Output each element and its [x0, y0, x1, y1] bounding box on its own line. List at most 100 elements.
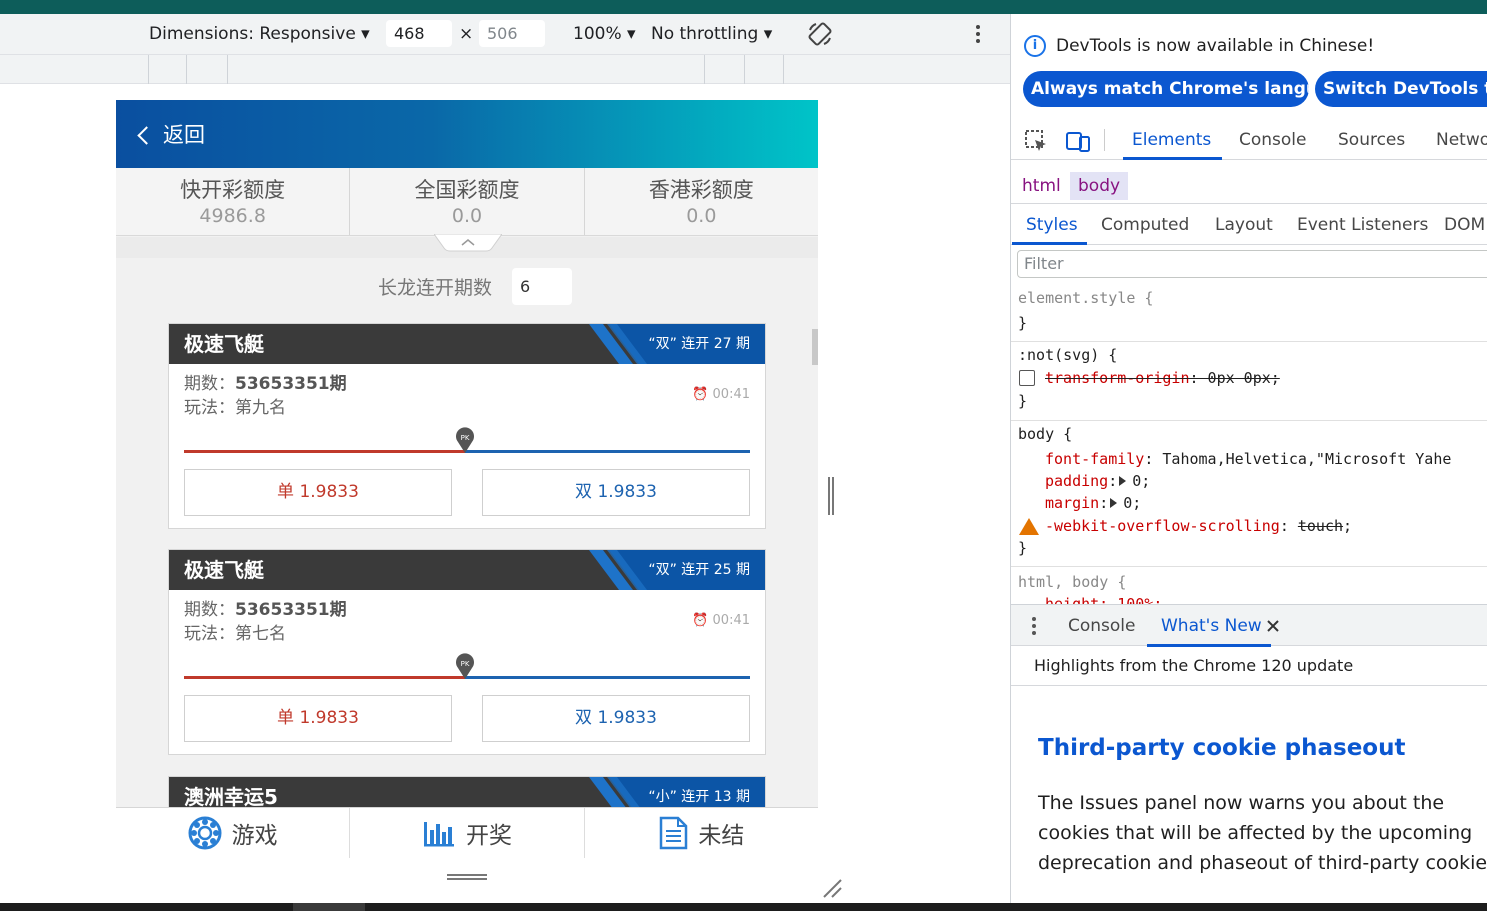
- tab-unsettled[interactable]: 未结: [585, 808, 818, 858]
- bet-even-button[interactable]: 双 1.9833: [482, 695, 750, 742]
- back-button[interactable]: 返回: [136, 120, 205, 150]
- close-icon[interactable]: [1267, 620, 1279, 632]
- whats-new-highlights: Highlights from the Chrome 120 update: [1011, 646, 1487, 686]
- property-checkbox[interactable]: [1019, 370, 1035, 386]
- property-height[interactable]: height: 100%;: [1045, 593, 1162, 604]
- style-rule-element: element.style { }: [1011, 284, 1487, 342]
- active-tab-indicator: [1012, 242, 1087, 245]
- property-overflow-scrolling[interactable]: -webkit-overflow-scrolling: touch;: [1045, 515, 1352, 537]
- info-text: DevTools is now available in Chinese!: [1056, 36, 1375, 56]
- countdown: ⏰ 00:41: [692, 613, 750, 628]
- period-value: 53653351期: [235, 374, 347, 394]
- game-wheel-icon: [188, 816, 222, 850]
- ruler-tick: [704, 55, 705, 84]
- quota-value: 4986.8: [199, 205, 266, 227]
- tab-network[interactable]: Netwo: [1436, 128, 1487, 152]
- tab-draw[interactable]: 开奖: [350, 808, 585, 858]
- rule-selector[interactable]: element.style {: [1018, 287, 1153, 309]
- collapse-toggle-icon[interactable]: [434, 234, 502, 252]
- play-label: 玩法：: [184, 398, 235, 418]
- tab-dom-breakpoints[interactable]: DOM: [1444, 213, 1485, 237]
- tab-label: 开奖: [465, 823, 512, 849]
- tab-separator: [1104, 129, 1105, 151]
- inspect-element-icon[interactable]: [1023, 128, 1049, 154]
- tab-label: 游戏: [231, 823, 278, 849]
- media-query-ruler[interactable]: [0, 54, 1010, 84]
- document-icon: [660, 816, 688, 850]
- overridden-property[interactable]: transform-origin: 0px 0px;: [1045, 367, 1280, 389]
- tab-sources[interactable]: Sources: [1338, 128, 1405, 152]
- switch-language-button[interactable]: Switch DevTools to C: [1315, 71, 1487, 107]
- property-value: : Tahoma,Helvetica,"Microsoft Yahe: [1144, 450, 1452, 468]
- info-icon: i: [1024, 35, 1046, 57]
- viewport-scrollbar[interactable]: [812, 329, 818, 365]
- crumb-html[interactable]: html: [1014, 172, 1069, 200]
- property-value: : 0px 0px;: [1189, 369, 1280, 387]
- property-padding[interactable]: padding: 0;: [1045, 470, 1150, 492]
- card-header: 极速飞艇 “双” 连开 27 期: [169, 324, 765, 364]
- tab-layout[interactable]: Layout: [1215, 213, 1273, 237]
- rule-close: }: [1018, 392, 1028, 410]
- period-row: 期数：53653351期: [184, 372, 347, 396]
- rule-selector[interactable]: :not(svg) {: [1018, 344, 1117, 366]
- drawer-menu-icon[interactable]: [1030, 616, 1038, 636]
- device-toolbar: Dimensions: Responsive ▾ 468 × 506 100% …: [0, 14, 1010, 54]
- width-resize-handle[interactable]: [826, 477, 836, 515]
- tab-styles[interactable]: Styles: [1026, 213, 1078, 237]
- card-streak: “双” 连开 27 期: [648, 336, 750, 352]
- streak-filter: 长龙连开期数 6: [116, 268, 818, 308]
- device-toggle-icon[interactable]: [1065, 128, 1091, 154]
- zoom-dropdown[interactable]: 100% ▾: [573, 23, 636, 45]
- property-font-family[interactable]: font-family: Tahoma,Helvetica,"Microsoft…: [1045, 448, 1451, 470]
- styles-filter-input[interactable]: Filter: [1017, 250, 1487, 278]
- property-value: touch: [1297, 517, 1344, 535]
- tab-computed[interactable]: Computed: [1101, 213, 1189, 237]
- period-label: 期数：: [184, 600, 235, 620]
- tab-console[interactable]: Console: [1239, 128, 1307, 152]
- drawer-tab-whats-new[interactable]: What's New: [1161, 614, 1262, 638]
- height-resize-handle[interactable]: [447, 872, 487, 882]
- play-row: 玩法：第九名: [184, 396, 286, 420]
- bet-even-button[interactable]: 双 1.9833: [482, 469, 750, 516]
- play-label: 玩法：: [184, 624, 235, 644]
- countdown-value: 00:41: [712, 387, 750, 402]
- rule-selector[interactable]: html, body {: [1018, 571, 1126, 593]
- tab-event-listeners[interactable]: Event Listeners: [1297, 213, 1428, 237]
- rule-close: }: [1018, 314, 1028, 332]
- tab-elements[interactable]: Elements: [1132, 128, 1211, 152]
- match-language-button[interactable]: Always match Chrome's language: [1023, 71, 1309, 107]
- rotate-icon[interactable]: [806, 20, 834, 48]
- lottery-card: 极速飞艇 “双” 连开 27 期 期数：53653351期 玩法：第九名 ⏰ 0…: [168, 323, 766, 529]
- expand-triangle-icon[interactable]: [1110, 498, 1118, 508]
- play-value: 第九名: [235, 398, 286, 418]
- expand-triangle-icon[interactable]: [1119, 476, 1127, 486]
- dimensions-dropdown[interactable]: Dimensions: Responsive ▾: [149, 23, 370, 45]
- streak-input[interactable]: 6: [512, 268, 572, 305]
- app-header: 返回: [116, 100, 818, 168]
- height-input[interactable]: 506: [479, 20, 545, 47]
- play-row: 玩法：第七名: [184, 622, 286, 646]
- corner-resize-handle[interactable]: [820, 878, 842, 898]
- whats-new-title[interactable]: Third-party cookie phaseout: [1038, 732, 1405, 764]
- property-name: padding: [1045, 472, 1109, 490]
- mobile-viewport: 返回 快开彩额度 4986.8 全国彩额度 0.0 香港彩额度 0.0 长龙连开…: [116, 100, 818, 858]
- bet-odd-button[interactable]: 单 1.9833: [184, 469, 452, 516]
- rule-selector[interactable]: body {: [1018, 423, 1072, 445]
- pk-marker-icon: PK: [456, 427, 474, 453]
- screen: Dimensions: Responsive ▾ 468 × 506 100% …: [0, 0, 1487, 911]
- drawer-tabs: Console What's New: [1011, 604, 1487, 647]
- even-bar: [465, 676, 750, 679]
- width-input[interactable]: 468: [386, 20, 452, 47]
- property-name: font-family: [1045, 450, 1145, 468]
- drawer-tab-console[interactable]: Console: [1068, 614, 1136, 638]
- property-value: 0;: [1123, 494, 1142, 512]
- card-streak: “双” 连开 25 期: [648, 562, 750, 578]
- ruler-tick: [227, 55, 228, 84]
- property-margin[interactable]: margin: 0;: [1045, 492, 1141, 514]
- bet-odd-button[interactable]: 单 1.9833: [184, 695, 452, 742]
- crumb-body[interactable]: body: [1070, 172, 1129, 200]
- tab-game[interactable]: 游戏: [116, 808, 351, 858]
- throttling-dropdown[interactable]: No throttling ▾: [651, 23, 772, 45]
- property-value: 0;: [1132, 472, 1151, 490]
- more-options-icon[interactable]: [970, 22, 986, 46]
